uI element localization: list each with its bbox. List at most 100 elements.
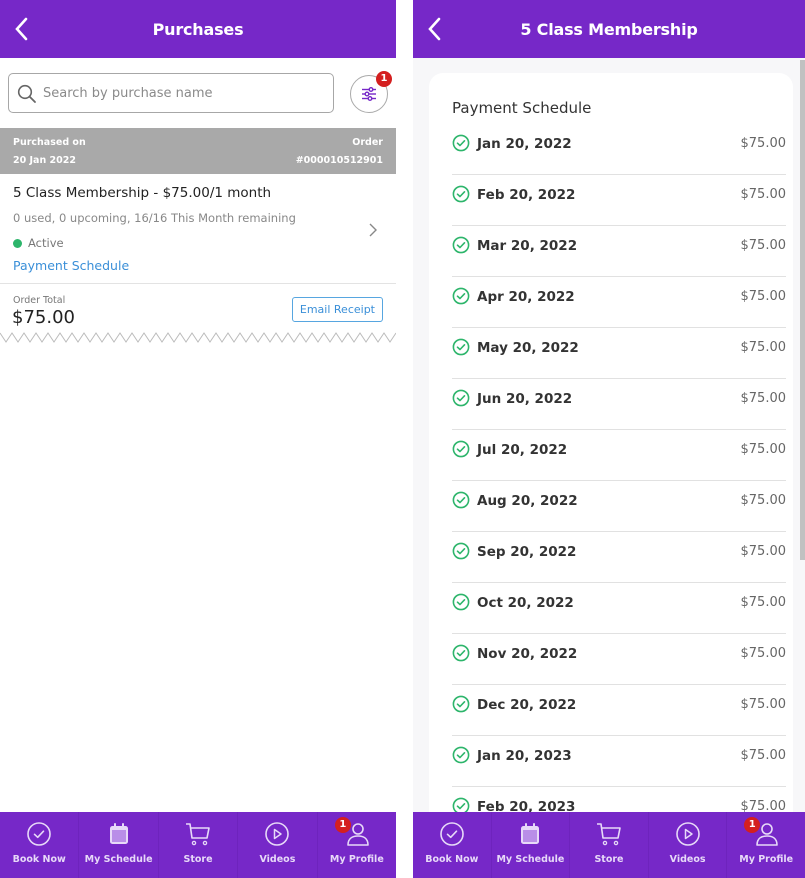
nav-item-book-now[interactable]: Book Now (413, 812, 492, 878)
check-circle-icon (452, 185, 470, 203)
status-text: Active (28, 236, 64, 250)
nav-item-book-now[interactable]: Book Now (0, 812, 80, 878)
schedule-row: Sep 20, 2022 $75.00 (452, 532, 786, 583)
schedule-row: Jul 20, 2022 $75.00 (452, 430, 786, 481)
filter-badge: 1 (376, 71, 392, 87)
payment-schedule-card: Payment Schedule Jan 20, 2022 $75.00 Feb 2… (429, 73, 793, 838)
purchase-name: 5 Class Membership - $75.00/1 month (13, 185, 272, 201)
payment-amount: $75.00 (740, 748, 787, 763)
scrollbar[interactable] (800, 60, 805, 560)
app-header: 5 Class Membership (413, 0, 805, 58)
payment-date: Sep 20, 2022 (477, 544, 577, 560)
nav-item-label: Videos (259, 854, 296, 865)
payment-amount: $75.00 (740, 544, 787, 559)
payment-amount: $75.00 (740, 697, 787, 712)
chevron-right-icon (369, 223, 377, 237)
search-input[interactable] (43, 85, 333, 101)
schedule-row: Jun 20, 2022 $75.00 (452, 379, 786, 430)
payment-schedule-link[interactable]: Payment Schedule (13, 258, 129, 273)
check-circle-icon (25, 821, 53, 854)
payment-amount: $75.00 (740, 340, 787, 355)
payment-date: Feb 20, 2022 (477, 187, 576, 203)
check-circle-icon (452, 236, 470, 254)
check-circle-icon (452, 338, 470, 356)
nav-item-label: Videos (669, 854, 706, 865)
back-button[interactable] (12, 16, 32, 42)
sliders-icon (362, 87, 376, 101)
schedule-row: Jan 20, 2023 $75.00 (452, 736, 786, 787)
check-circle-icon (452, 542, 470, 560)
nav-item-my-schedule[interactable]: My Schedule (79, 812, 159, 878)
nav-item-label: My Profile (739, 854, 794, 865)
payment-amount: $75.00 (740, 493, 787, 508)
order-total-section: Order Total $75.00 Email Receipt (0, 285, 396, 335)
payment-date: Mar 20, 2022 (477, 238, 578, 254)
chevron-left-icon (428, 17, 441, 41)
schedule-row: Dec 20, 2022 $75.00 (452, 685, 786, 736)
purchase-usage: 0 used, 0 upcoming, 16/16 This Month rem… (13, 211, 296, 225)
search-box[interactable] (8, 73, 334, 113)
check-circle-icon (452, 134, 470, 152)
payment-date: Nov 20, 2022 (477, 646, 578, 662)
status-dot-icon (13, 238, 22, 248)
nav-item-label: Store (594, 854, 624, 865)
nav-item-label: My Schedule (496, 854, 565, 865)
cart-icon (595, 821, 623, 854)
bottom-nav: Book Now My Schedule Store Videos My Profile… (0, 812, 396, 878)
nav-item-label: Book Now (12, 854, 66, 865)
filter-button[interactable]: 1 (350, 71, 392, 113)
schedule-row: Feb 20, 2022 $75.00 (452, 175, 786, 226)
calendar-icon (105, 821, 133, 854)
check-circle-icon (452, 695, 470, 713)
order-total-label: Order Total (13, 295, 66, 306)
check-circle-icon (452, 593, 470, 611)
nav-item-store[interactable]: Store (159, 812, 239, 878)
payment-schedule-list: Jan 20, 2022 $75.00 Feb 20, 2022 $75.00 Mar … (452, 124, 786, 838)
nav-item-videos[interactable]: Videos (238, 812, 318, 878)
app-header: Purchases (0, 0, 396, 58)
receipt-zigzag-edge (0, 332, 396, 343)
nav-item-label: My Profile (329, 854, 384, 865)
order-total-amount: $75.00 (12, 307, 75, 328)
order-header: Purchased on 20 Jan 2022 Order #00001051… (0, 128, 396, 174)
check-circle-icon (452, 644, 470, 662)
payment-amount: $75.00 (740, 595, 787, 610)
page-title: Purchases (152, 19, 244, 39)
page-title: 5 Class Membership (520, 19, 698, 39)
cart-icon (184, 821, 212, 854)
payment-date: May 20, 2022 (477, 340, 579, 356)
schedule-row: Oct 20, 2022 $75.00 (452, 583, 786, 634)
nav-item-label: Book Now (425, 854, 479, 865)
back-button[interactable] (425, 16, 445, 42)
payment-amount: $75.00 (740, 442, 787, 457)
schedule-row: Mar 20, 2022 $75.00 (452, 226, 786, 277)
payment-date: Apr 20, 2022 (477, 289, 575, 305)
payment-amount: $75.00 (740, 187, 787, 202)
card-heading: Payment Schedule (452, 99, 592, 117)
purchased-on-date: 20 Jan 2022 (13, 155, 76, 166)
purchases-screen: Purchases 1 Purchased on 20 Jan 2022 Ord… (0, 0, 396, 878)
search-row: 1 (8, 71, 392, 113)
schedule-row: Jan 20, 2022 $75.00 (452, 124, 786, 175)
payment-date: Oct 20, 2022 (477, 595, 574, 611)
nav-item-store[interactable]: Store (570, 812, 649, 878)
nav-item-videos[interactable]: Videos (649, 812, 728, 878)
check-circle-icon (452, 491, 470, 509)
email-receipt-button[interactable]: Email Receipt (291, 297, 383, 322)
order-label: Order (352, 137, 383, 148)
payment-date: Jul 20, 2022 (477, 442, 568, 458)
schedule-row: May 20, 2022 $75.00 (452, 328, 786, 379)
purchase-item[interactable]: 5 Class Membership - $75.00/1 month 0 us… (0, 174, 396, 284)
nav-item-my-profile[interactable]: My Profile 1 (727, 812, 805, 878)
calendar-icon (516, 821, 544, 854)
search-icon (17, 84, 36, 103)
nav-item-my-schedule[interactable]: My Schedule (492, 812, 571, 878)
nav-item-my-profile[interactable]: My Profile 1 (318, 812, 396, 878)
play-circle-icon (263, 821, 291, 854)
payment-amount: $75.00 (740, 646, 787, 661)
chevron-left-icon (15, 17, 28, 41)
bottom-nav: Book Now My Schedule Store Videos My Profile… (413, 812, 805, 878)
schedule-row: Nov 20, 2022 $75.00 (452, 634, 786, 685)
nav-item-label: Store (183, 854, 213, 865)
check-circle-icon (452, 389, 470, 407)
